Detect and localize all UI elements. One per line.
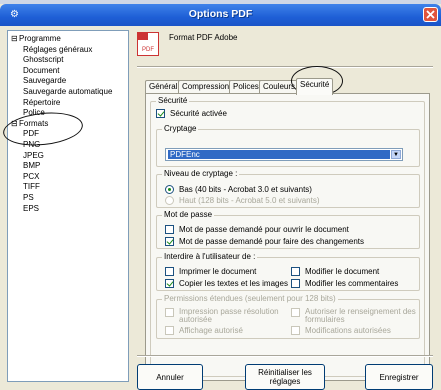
- security-enabled-checkbox[interactable]: Sécurité activée: [156, 109, 227, 118]
- tab-general[interactable]: Général: [145, 80, 182, 94]
- tree-item-programme[interactable]: ⊟Programme: [11, 34, 128, 45]
- header-divider: [137, 66, 433, 68]
- password-group: Mot de passe Mot de passe demandé pour o…: [156, 210, 420, 249]
- footer-divider: [137, 355, 433, 357]
- tab-polices[interactable]: Polices: [229, 80, 263, 94]
- checkbox-box[interactable]: [291, 326, 300, 335]
- password-group-label: Mot de passe: [162, 210, 215, 219]
- tree-item-pcx[interactable]: PCX: [11, 172, 128, 183]
- collapse-icon[interactable]: ⊟: [11, 119, 19, 130]
- encryption-group: Cryptage PDFEnc ▼: [156, 124, 420, 167]
- level-low-radio[interactable]: Bas (40 bits - Acrobat 3.0 et suivants): [165, 185, 312, 194]
- tree-item-pdf[interactable]: PDF: [11, 129, 128, 140]
- tree-item-reglages-generaux[interactable]: Réglages généraux: [11, 45, 128, 56]
- checkbox-box[interactable]: [291, 279, 300, 288]
- checkbox-box[interactable]: [156, 109, 165, 118]
- extended-permissions-group: Permissions étendues (seulement pour 128…: [156, 294, 420, 339]
- encryption-level-group: Niveau de cryptage : Bas (40 bits - Acro…: [156, 169, 420, 208]
- main-panel: PDF Format PDF Adobe Général Compression…: [133, 26, 441, 390]
- checkbox-box[interactable]: [165, 267, 174, 276]
- fill-forms-checkbox[interactable]: Autoriser le renseignement des formulair…: [291, 308, 416, 324]
- checkbox-box[interactable]: [165, 237, 174, 246]
- screen-display-checkbox[interactable]: Affichage autorisé: [165, 326, 243, 335]
- tree-item-police[interactable]: Police: [11, 108, 128, 119]
- security-group-label: Sécurité: [156, 96, 190, 105]
- close-button[interactable]: [423, 7, 438, 22]
- checkbox-box[interactable]: [165, 279, 174, 288]
- encryption-selected-value: PDFEnc: [168, 150, 390, 159]
- copy-checkbox[interactable]: Copier les textes et les images: [165, 279, 288, 288]
- tree-item-sauvegarde-automatique[interactable]: Sauvegarde automatique: [11, 87, 128, 98]
- tree-item-ps[interactable]: PS: [11, 193, 128, 204]
- window-title: Options PDF: [188, 8, 253, 20]
- print-checkbox[interactable]: Imprimer le document: [165, 267, 256, 276]
- low-res-print-checkbox[interactable]: Impression passe résolution autorisée: [165, 308, 285, 324]
- cancel-button[interactable]: Annuler: [137, 364, 203, 390]
- checkbox-box[interactable]: [165, 326, 174, 335]
- collapse-icon[interactable]: ⊟: [11, 34, 19, 45]
- dropdown-arrow-icon[interactable]: ▼: [391, 150, 401, 159]
- security-group: Sécurité Sécurité activée Cryptage PDFEn…: [150, 96, 425, 377]
- assembly-checkbox[interactable]: Modifications autorisées: [291, 326, 391, 335]
- tree-item-formats[interactable]: ⊟Formats: [11, 119, 128, 130]
- close-icon: [426, 10, 435, 19]
- tree-item-document[interactable]: Document: [11, 66, 128, 77]
- checkbox-box[interactable]: [165, 308, 174, 317]
- encryption-level-label: Niveau de cryptage :: [162, 169, 240, 178]
- tree-item-ghostscript[interactable]: Ghostscript: [11, 55, 128, 66]
- tab-compression[interactable]: Compression: [178, 80, 234, 94]
- radio-button[interactable]: [165, 196, 174, 205]
- tab-securite[interactable]: Sécurité: [296, 78, 334, 95]
- pdf-icon: PDF: [137, 32, 159, 56]
- radio-button[interactable]: [165, 185, 174, 194]
- change-password-checkbox[interactable]: Mot de passe demandé pour faire des chan…: [165, 237, 364, 246]
- restrictions-group: Interdire à l'utilisateur de : Imprimer …: [156, 252, 420, 291]
- tree-item-bmp[interactable]: BMP: [11, 161, 128, 172]
- page-title: Format PDF Adobe: [169, 33, 238, 42]
- tab-couleurs[interactable]: Couleurs: [259, 80, 300, 94]
- tree-item-eps[interactable]: EPS: [11, 204, 128, 215]
- security-tab-panel: Sécurité Sécurité activée Cryptage PDFEn…: [145, 93, 430, 381]
- level-high-radio[interactable]: Haut (128 bits - Acrobat 5.0 et suivants…: [165, 196, 320, 205]
- tree-item-jpeg[interactable]: JPEG: [11, 151, 128, 162]
- settings-tree[interactable]: ⊟Programme Réglages généraux Ghostscript…: [7, 30, 129, 382]
- modify-comments-checkbox[interactable]: Modifier les commentaires: [291, 279, 398, 288]
- checkbox-box[interactable]: [291, 308, 300, 317]
- tree-item-sauvegarde[interactable]: Sauvegarde: [11, 76, 128, 87]
- encryption-label: Cryptage: [162, 124, 199, 133]
- tree-item-tiff[interactable]: TIFF: [11, 182, 128, 193]
- restrictions-group-label: Interdire à l'utilisateur de :: [162, 252, 258, 261]
- checkbox-box[interactable]: [291, 267, 300, 276]
- modify-document-checkbox[interactable]: Modifier le document: [291, 267, 379, 276]
- title-bar: ⚙ Options PDF: [0, 4, 441, 26]
- save-button[interactable]: Enregistrer: [365, 364, 433, 390]
- open-password-checkbox[interactable]: Mot de passe demandé pour ouvrir le docu…: [165, 225, 349, 234]
- encryption-select[interactable]: PDFEnc ▼: [165, 148, 403, 161]
- checkbox-box[interactable]: [165, 225, 174, 234]
- tree-item-png[interactable]: PNG: [11, 140, 128, 151]
- tree-item-repertoire[interactable]: Répertoire: [11, 98, 128, 109]
- reset-settings-button[interactable]: Réinitialiser les réglages: [245, 364, 325, 390]
- extended-permissions-label: Permissions étendues (seulement pour 128…: [162, 294, 338, 303]
